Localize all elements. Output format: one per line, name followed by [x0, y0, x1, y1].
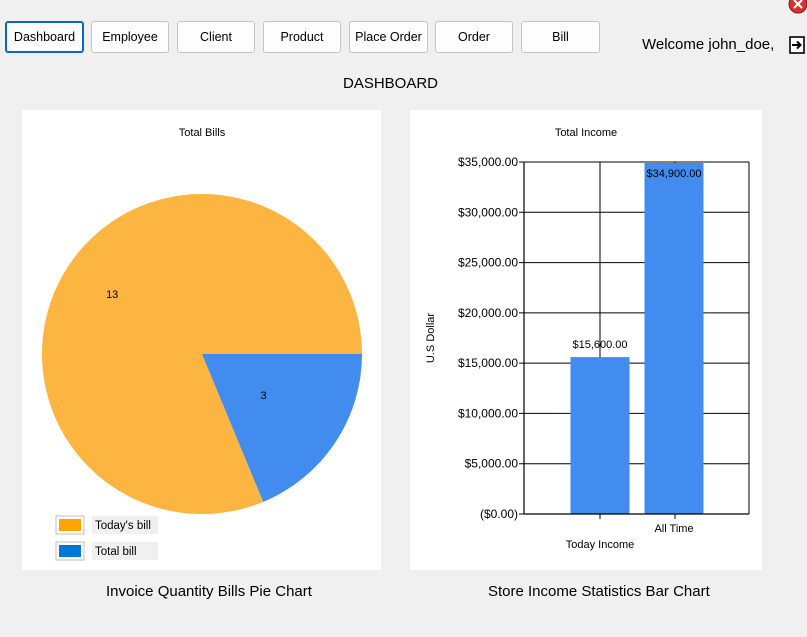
bar-chart-title: Total Income [555, 127, 617, 139]
bar-all-time [644, 163, 704, 514]
y-tick-label: $30,000.00 [458, 205, 518, 219]
y-tick-label: $5,000.00 [465, 457, 519, 471]
pie-chart-caption: Invoice Quantity Bills Pie Chart [106, 583, 312, 600]
legend-label: Today's bill [95, 520, 151, 532]
welcome-text: Welcome john_doe, [642, 36, 775, 53]
bar-value-label: $34,900.00 [646, 168, 701, 180]
nav-dashboard-button[interactable]: Dashboard [5, 21, 84, 53]
y-tick-label: $15,000.00 [458, 356, 518, 370]
pie-slice-label: 3 [260, 390, 266, 402]
nav-order-button[interactable]: Order [435, 21, 513, 53]
pie-chart: Total Bills 13 3 Today's bill Total bill [42, 127, 363, 561]
pie-slice-label: 13 [106, 289, 118, 301]
nav-employee-button[interactable]: Employee [91, 21, 169, 53]
y-tick-label: $35,000.00 [458, 155, 518, 169]
bar-today-income [570, 357, 630, 514]
page-title: DASHBOARD [343, 75, 439, 92]
bar-chart-panel: Total Income ($0.00) $5,000.00 $10,000.00 $1… [410, 110, 762, 570]
x-tick-label: Today Income [566, 539, 634, 551]
y-tick-label: $10,000.00 [458, 406, 518, 420]
close-icon[interactable] [787, 0, 807, 14]
nav-place-order-button[interactable]: Place Order [349, 21, 428, 53]
x-tick-label: All Time [654, 523, 693, 535]
nav-product-button[interactable]: Product [263, 21, 341, 53]
nav-bill-button[interactable]: Bill [521, 21, 600, 53]
y-axis-label: U.S Dollar [425, 313, 437, 363]
y-tick-label: $25,000.00 [458, 256, 518, 270]
legend-swatch [59, 545, 81, 557]
logout-icon[interactable] [789, 35, 807, 55]
y-tick-label: ($0.00) [480, 507, 518, 521]
legend-swatch [59, 519, 81, 531]
bar-value-label: $15,600.00 [572, 339, 627, 351]
bar-chart: Total Income ($0.00) $5,000.00 $10,000.00 $1… [425, 127, 750, 551]
bar-chart-caption: Store Income Statistics Bar Chart [488, 583, 710, 600]
nav-client-button[interactable]: Client [177, 21, 255, 53]
pie-chart-title: Total Bills [179, 127, 226, 139]
legend-label: Total bill [95, 546, 137, 558]
y-tick-label: $20,000.00 [458, 306, 518, 320]
pie-chart-panel: Total Bills 13 3 Today's bill Total bill [22, 110, 381, 570]
